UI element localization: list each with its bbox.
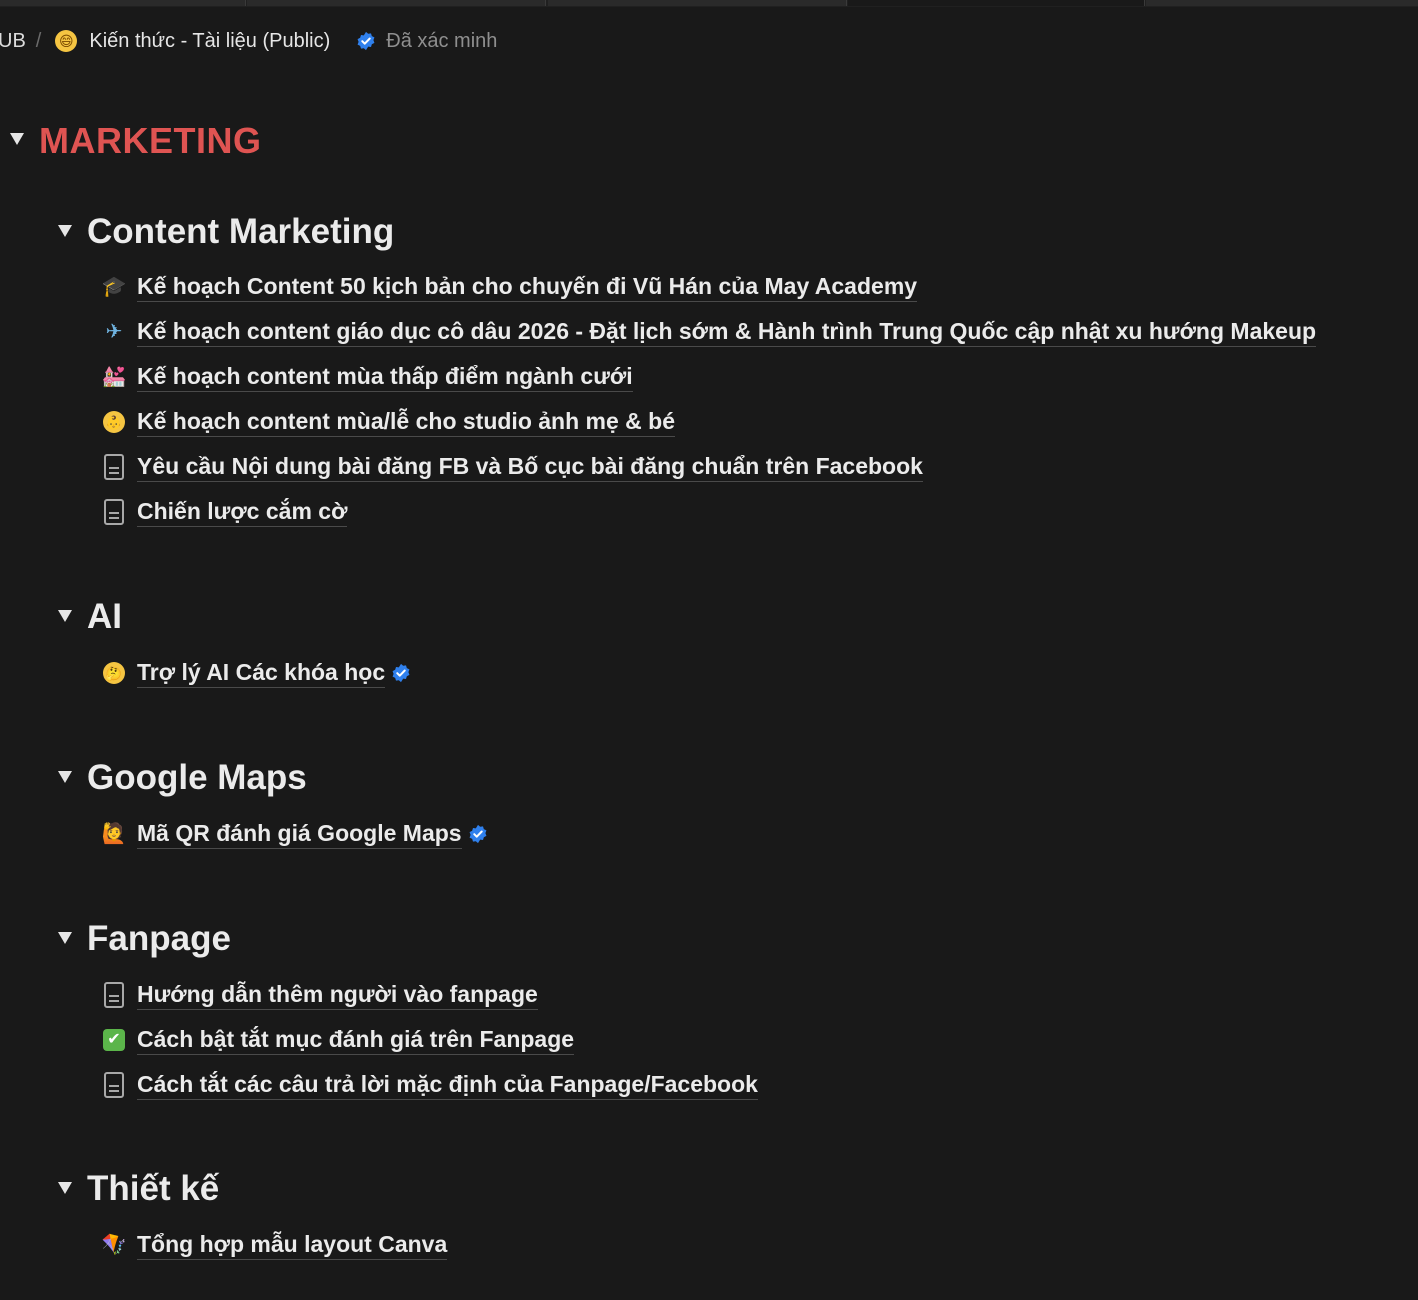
page-link-label: Kế hoạch content giáo dục cô dâu 2026 - … xyxy=(137,318,1317,347)
page-link[interactable]: Cách tắt các câu trả lời mặc định của Fa… xyxy=(100,1067,758,1103)
graduation-cap-icon: 🎓 xyxy=(101,276,127,298)
page-link[interactable]: 🤔 Trợ lý AI Các khóa học xyxy=(100,655,411,691)
breadcrumb: UB / 😄 Kiến thức - Tài liệu (Public) Đã … xyxy=(0,26,497,56)
document-icon xyxy=(100,453,128,481)
page-link[interactable]: 🪁 Tổng hợp mẫu layout Canva xyxy=(100,1227,448,1263)
kite-icon: 🪁 xyxy=(101,1234,127,1256)
wedding-icon: 💒 xyxy=(101,366,127,388)
toggle-content-marketing-arrow-icon[interactable] xyxy=(58,225,72,237)
document-icon xyxy=(100,1071,128,1099)
page-link[interactable]: 👶 Kế hoạch content mùa/lễ cho studio ảnh… xyxy=(100,404,676,440)
page-link-label: Trợ lý AI Các khóa học xyxy=(137,659,386,688)
baby-face-icon: 👶 xyxy=(100,408,128,436)
document-icon xyxy=(100,981,128,1009)
toggle-google-maps-arrow-icon[interactable] xyxy=(58,771,72,783)
section-title-content-marketing: Content Marketing xyxy=(87,212,395,251)
grinning-face-icon: 😄 xyxy=(55,30,78,52)
toggle-marketing-arrow-icon[interactable] xyxy=(10,133,24,145)
tab-strip xyxy=(0,0,1418,7)
page-link-label: Kế hoạch content mùa/lễ cho studio ảnh m… xyxy=(137,408,676,437)
page-link-label: Chiến lược cắm cờ xyxy=(137,498,348,527)
section-title-fanpage: Fanpage xyxy=(87,919,231,958)
page-link[interactable]: ✈ Kế hoạch content giáo dục cô dâu 2026 … xyxy=(100,314,1317,350)
page-link-label: Yêu cầu Nội dung bài đăng FB và Bố cục b… xyxy=(137,453,923,482)
airplane-icon: ✈ xyxy=(105,321,123,343)
verified-label: Đã xác minh xyxy=(386,29,498,52)
browser-tab[interactable] xyxy=(548,0,847,6)
person-icon: 🙋 xyxy=(101,823,127,845)
page-link-label: Hướng dẫn thêm người vào fanpage xyxy=(137,981,538,1010)
check-mark-icon: ✔ xyxy=(100,1026,128,1054)
page-link-label: Kế hoạch content mùa thấp điểm ngành cướ… xyxy=(137,363,633,392)
page-link-label: Cách tắt các câu trả lời mặc định của Fa… xyxy=(137,1071,758,1100)
page-link[interactable]: Chiến lược cắm cờ xyxy=(100,494,348,530)
page-link[interactable]: Hướng dẫn thêm người vào fanpage xyxy=(100,977,538,1013)
browser-tab[interactable] xyxy=(0,0,246,6)
verified-badge-icon xyxy=(392,663,410,683)
verified-badge-icon xyxy=(469,824,487,844)
toggle-design-arrow-icon[interactable] xyxy=(58,1182,72,1194)
page-link-label: Mã QR đánh giá Google Maps xyxy=(137,820,462,849)
section-title-ai: AI xyxy=(87,597,122,636)
breadcrumb-page-link[interactable]: Kiến thức - Tài liệu (Public) xyxy=(89,30,330,53)
toggle-ai-arrow-icon[interactable] xyxy=(58,610,72,622)
page-link-label: Kế hoạch Content 50 kịch bản cho chuyến … xyxy=(137,273,918,302)
breadcrumb-separator: / xyxy=(35,29,42,52)
section-title-google-maps: Google Maps xyxy=(87,758,307,797)
browser-tab[interactable] xyxy=(1146,0,1418,6)
page-link[interactable]: Yêu cầu Nội dung bài đăng FB và Bố cục b… xyxy=(100,449,923,485)
verified-status[interactable]: Đã xác minh xyxy=(356,30,497,53)
marketing-heading: MARKETING xyxy=(39,120,262,161)
page-link-label: Tổng hợp mẫu layout Canva xyxy=(137,1231,448,1260)
toggle-fanpage-arrow-icon[interactable] xyxy=(58,932,72,944)
page-link[interactable]: ✔ Cách bật tắt mục đánh giá trên Fanpage xyxy=(100,1022,575,1058)
page-link-label: Cách bật tắt mục đánh giá trên Fanpage xyxy=(137,1026,575,1055)
verified-badge-icon xyxy=(357,31,375,51)
page-link[interactable]: 🙋 Mã QR đánh giá Google Maps xyxy=(100,816,488,852)
document-icon xyxy=(100,498,128,526)
section-title-design: Thiết kế xyxy=(87,1169,220,1208)
breadcrumb-root-link[interactable]: UB xyxy=(0,30,26,53)
page-link[interactable]: 💒 Kế hoạch content mùa thấp điểm ngành c… xyxy=(100,359,633,395)
thinking-face-icon: 🤔 xyxy=(100,659,128,687)
browser-tab[interactable] xyxy=(247,0,546,6)
browser-tab-active[interactable] xyxy=(848,0,1145,6)
page-link[interactable]: 🎓 Kế hoạch Content 50 kịch bản cho chuyế… xyxy=(100,269,918,305)
